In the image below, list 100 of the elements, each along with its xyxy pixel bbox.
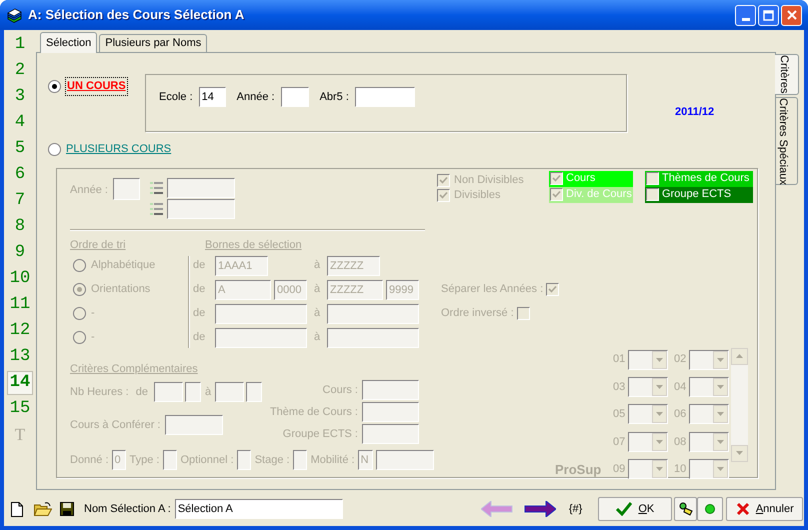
checkbox-label: Séparer les Années : xyxy=(441,282,544,298)
line-number[interactable]: 8 xyxy=(7,215,33,239)
radio-label: - xyxy=(91,306,95,322)
radio-label: Orientations xyxy=(91,282,150,298)
maximize-button[interactable] xyxy=(758,4,779,26)
slot-label: 08 xyxy=(674,434,687,450)
section-title: Critères Complémentaires xyxy=(70,362,199,376)
field-label: à xyxy=(312,306,322,322)
cancel-button[interactable]: Annuler xyxy=(726,497,804,521)
field-label: Année : xyxy=(70,182,109,198)
radio-label: Alphabétique xyxy=(91,258,156,274)
slot-label: 03 xyxy=(613,380,626,395)
maximize-icon xyxy=(763,10,774,20)
open-folder-icon[interactable] xyxy=(34,502,52,516)
field-label: de xyxy=(136,384,148,400)
new-file-icon[interactable] xyxy=(11,502,23,516)
slot-label: 06 xyxy=(674,407,687,422)
close-button[interactable] xyxy=(781,4,802,26)
tool-button[interactable] xyxy=(674,497,698,521)
minimize-button[interactable] xyxy=(735,4,756,26)
tab[interactable]: Plusieurs par Noms xyxy=(99,34,208,52)
tab[interactable]: Sélection xyxy=(40,32,98,53)
caret-icon xyxy=(717,358,724,362)
field-label: Ecole : xyxy=(159,90,193,105)
field-label: Type : xyxy=(130,452,160,468)
text-field[interactable]: 14 xyxy=(198,87,226,107)
field-label: Stage : xyxy=(254,452,290,468)
check-icon xyxy=(616,502,632,516)
ok-button[interactable]: OK xyxy=(598,497,672,521)
field-label: à xyxy=(312,282,322,298)
status-button[interactable] xyxy=(697,497,724,521)
slot-label: 05 xyxy=(613,407,626,422)
window-title: A: Sélection des Cours Sélection A xyxy=(28,6,244,24)
line-number[interactable]: 6 xyxy=(7,163,33,187)
period-label: 2011/12 xyxy=(675,105,714,120)
line-number[interactable]: 15 xyxy=(7,397,33,421)
radio-button[interactable] xyxy=(48,80,61,93)
line-number[interactable]: 12 xyxy=(7,319,33,343)
checkbox-label: Ordre inversé : xyxy=(441,306,514,322)
name-field[interactable]: Sélection A xyxy=(174,499,343,519)
radio-label: - xyxy=(91,330,95,346)
field-label: Mobilité : xyxy=(310,452,355,468)
field-label: Nb Heures : xyxy=(70,384,129,400)
field-label: de xyxy=(193,258,206,274)
line-number[interactable]: 2 xyxy=(7,59,33,83)
line-number[interactable]: 11 xyxy=(7,293,33,317)
field-label: Abr5 : xyxy=(320,90,349,105)
field-label: de xyxy=(193,330,206,346)
app-icon xyxy=(6,7,22,23)
section-title: Bornes de sélection xyxy=(205,238,302,250)
line-number[interactable]: 7 xyxy=(7,189,33,213)
field-label: de xyxy=(193,282,206,298)
line-number[interactable]: 3 xyxy=(7,85,33,109)
caret-icon xyxy=(717,467,724,472)
slot-label: 07 xyxy=(613,434,626,450)
field-label: Thème de Cours : xyxy=(270,404,358,420)
close-icon xyxy=(736,502,750,516)
option-label[interactable]: UN COURS xyxy=(65,77,128,96)
field-label: Optionnel : xyxy=(180,452,234,468)
save-icon[interactable] xyxy=(60,502,74,516)
dot-icon xyxy=(705,504,716,514)
line-number[interactable]: 4 xyxy=(7,111,33,135)
field-label: Donné : xyxy=(70,452,109,468)
field-label: de xyxy=(193,306,206,322)
slot-label: 02 xyxy=(674,352,687,368)
line-number[interactable]: 9 xyxy=(7,241,33,265)
checkbox-label: Groupe ECTS xyxy=(662,187,732,202)
checkbox-label: Non Divisibles xyxy=(454,172,524,188)
field-label: à xyxy=(312,258,322,274)
field-label: Nom Sélection A : xyxy=(84,502,171,517)
line-number[interactable]: 10 xyxy=(7,267,33,291)
slot-label: 09 xyxy=(613,462,626,478)
tool-icon xyxy=(678,502,693,516)
checkbox-label: Div. de Cours xyxy=(566,187,632,202)
radio-button[interactable] xyxy=(48,142,61,156)
line-number[interactable]: 14 xyxy=(7,371,33,395)
caret-icon xyxy=(717,412,724,416)
field-label: Groupe ECTS : xyxy=(282,426,358,442)
line-number[interactable]: 1 xyxy=(7,33,33,57)
caret-icon xyxy=(736,451,743,455)
forward-arrow-icon[interactable] xyxy=(524,501,556,517)
field-label: à xyxy=(204,384,212,400)
counter-label: {#} xyxy=(568,502,582,517)
side-tab[interactable]: Critères xyxy=(775,54,799,95)
line-number[interactable]: 13 xyxy=(7,345,33,369)
field-label: Cours à Conférer : xyxy=(70,418,160,433)
section-title: Ordre de tri xyxy=(70,238,127,250)
checkbox-label: Thèmes de Cours xyxy=(662,171,750,186)
slot-label: 04 xyxy=(674,380,687,395)
slot-label: 01 xyxy=(613,352,626,368)
option-label[interactable]: PLUSIEURS COURS xyxy=(65,141,172,158)
caret-icon xyxy=(656,440,663,444)
checkbox-label: Cours xyxy=(566,171,596,186)
field-label: Année : xyxy=(236,90,275,105)
text-field[interactable] xyxy=(354,87,415,107)
check-icon xyxy=(548,285,558,294)
text-field[interactable] xyxy=(280,87,309,107)
side-tab[interactable]: Critères Spéciaux xyxy=(776,96,798,186)
caret-icon xyxy=(656,412,663,416)
line-number[interactable]: 5 xyxy=(7,137,33,161)
